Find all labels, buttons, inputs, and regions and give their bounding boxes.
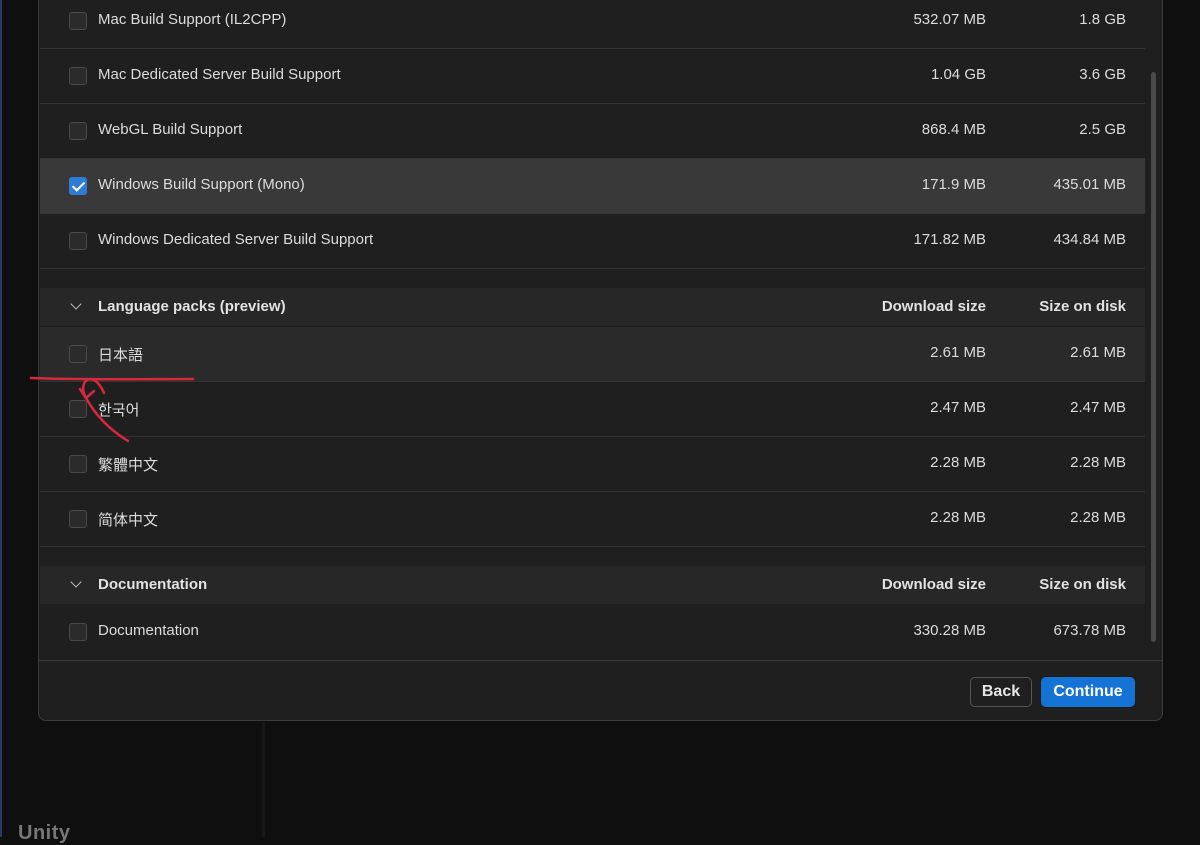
download-size: 171.9 MB	[921, 176, 986, 193]
continue-button[interactable]: Continue	[1041, 677, 1135, 707]
disk-size: 2.61 MB	[1070, 344, 1126, 361]
module-row-korean[interactable]: 한국어 2.47 MB 2.47 MB	[40, 382, 1145, 437]
column-header-download-size: Download size	[881, 576, 986, 593]
module-checkbox[interactable]	[69, 232, 87, 250]
module-row-mac-server[interactable]: Mac Dedicated Server Build Support 1.04 …	[40, 49, 1145, 104]
module-name: 한국어	[98, 402, 140, 419]
module-name: 简体中文	[98, 512, 159, 529]
module-checkbox[interactable]	[69, 122, 87, 140]
module-checkbox[interactable]	[69, 400, 87, 418]
download-size: 868.4 MB	[921, 121, 986, 138]
section-title: Language packs (preview)	[98, 298, 286, 315]
module-checkbox[interactable]	[69, 623, 87, 641]
module-row-documentation[interactable]: Documentation 330.28 MB 673.78 MB	[40, 605, 1145, 660]
module-name: WebGL Build Support	[98, 121, 243, 138]
download-size: 1.04 GB	[930, 66, 986, 83]
module-checkbox[interactable]	[69, 510, 87, 528]
column-header-size-on-disk: Size on disk	[1039, 576, 1126, 593]
scrollbar-thumb[interactable]	[1151, 72, 1156, 642]
download-size: 2.28 MB	[930, 454, 986, 471]
download-size: 2.28 MB	[930, 509, 986, 526]
module-name: Mac Dedicated Server Build Support	[98, 66, 341, 83]
disk-size: 2.28 MB	[1070, 454, 1126, 471]
dialog-footer: Back Continue	[39, 660, 1162, 720]
download-size: 2.61 MB	[930, 344, 986, 361]
module-checkbox[interactable]	[69, 67, 87, 85]
section-header-language-packs[interactable]: Language packs (preview) Download size S…	[40, 288, 1145, 326]
module-row-mac-il2cpp[interactable]: Mac Build Support (IL2CPP) 532.07 MB 1.8…	[40, 0, 1145, 49]
background-divider	[262, 722, 265, 837]
section-title: Documentation	[98, 576, 208, 593]
disk-size: 2.5 GB	[1079, 121, 1126, 138]
add-modules-dialog: Mac Build Support (IL2CPP) 532.07 MB 1.8…	[38, 0, 1163, 721]
module-name: Windows Build Support (Mono)	[98, 176, 305, 193]
download-size: 171.82 MB	[913, 231, 986, 248]
download-size: 532.07 MB	[913, 11, 986, 28]
disk-size: 434.84 MB	[1053, 231, 1126, 248]
chevron-down-icon[interactable]	[70, 298, 82, 310]
module-name: Windows Dedicated Server Build Support	[98, 231, 374, 248]
download-size: 330.28 MB	[913, 622, 986, 639]
module-checkbox[interactable]	[69, 12, 87, 30]
column-header-download-size: Download size	[881, 298, 986, 315]
module-name: 日本語	[98, 347, 144, 364]
module-name: 繁體中文	[98, 457, 159, 474]
download-size: 2.47 MB	[930, 399, 986, 416]
section-header-documentation[interactable]: Documentation Download size Size on disk	[40, 566, 1145, 604]
module-row-japanese[interactable]: 日本語 2.61 MB 2.61 MB	[40, 327, 1145, 382]
module-checkbox[interactable]	[69, 345, 87, 363]
module-row-traditional-chinese[interactable]: 繁體中文 2.28 MB 2.28 MB	[40, 437, 1145, 492]
back-button[interactable]: Back	[970, 677, 1032, 707]
chevron-down-icon[interactable]	[70, 576, 82, 588]
disk-size: 673.78 MB	[1053, 622, 1126, 639]
module-name: Documentation	[98, 622, 199, 639]
module-row-webgl[interactable]: WebGL Build Support 868.4 MB 2.5 GB	[40, 104, 1145, 159]
module-checkbox-checked[interactable]	[69, 177, 87, 195]
unity-logo: Unity	[18, 822, 71, 844]
disk-size: 435.01 MB	[1053, 176, 1126, 193]
disk-size: 3.6 GB	[1079, 66, 1126, 83]
module-row-windows-server[interactable]: Windows Dedicated Server Build Support 1…	[40, 214, 1145, 269]
disk-size: 2.47 MB	[1070, 399, 1126, 416]
module-list[interactable]: Mac Build Support (IL2CPP) 532.07 MB 1.8…	[40, 0, 1145, 661]
module-name: Mac Build Support (IL2CPP)	[98, 11, 287, 28]
module-row-simplified-chinese[interactable]: 简体中文 2.28 MB 2.28 MB	[40, 492, 1145, 547]
module-checkbox[interactable]	[69, 455, 87, 473]
disk-size: 2.28 MB	[1070, 509, 1126, 526]
background-window-edge	[0, 0, 2, 837]
module-row-windows-mono[interactable]: Windows Build Support (Mono) 171.9 MB 43…	[40, 159, 1145, 214]
column-header-size-on-disk: Size on disk	[1039, 298, 1126, 315]
disk-size: 1.8 GB	[1079, 11, 1126, 28]
